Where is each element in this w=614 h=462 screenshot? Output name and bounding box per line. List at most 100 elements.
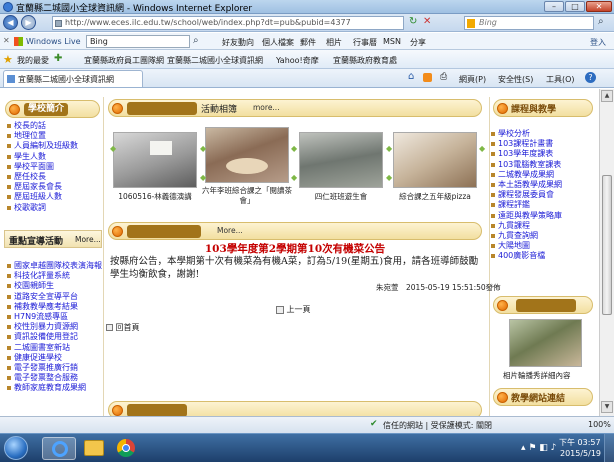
list-item[interactable]: 校歌歌詞	[6, 203, 78, 213]
safety-menu[interactable]: 安全性(S)	[498, 74, 533, 85]
list-item[interactable]: 九貫課程	[490, 221, 562, 231]
list-item[interactable]: 人員編制及班級數	[6, 141, 78, 151]
tools-menu[interactable]: 工具(O)	[546, 74, 575, 85]
favorite-item-2[interactable]: 宜蘭縣二城國小全球資訊網	[167, 55, 263, 66]
live-link-share[interactable]: 分享	[410, 37, 426, 48]
list-item[interactable]: 教師家庭教育成果網	[6, 383, 102, 393]
prev-page-link[interactable]: 上一頁	[276, 304, 311, 315]
list-item[interactable]: 補救教學應考結果	[6, 302, 102, 312]
search-icon[interactable]: ⌕	[598, 16, 604, 27]
album-caption-2[interactable]: 六年李班綜合課之「閱讀茶會」	[199, 186, 295, 206]
album-photo-4[interactable]	[393, 132, 477, 188]
list-item[interactable]: 九貫查詢網	[490, 231, 562, 241]
list-item[interactable]: 學生人數	[6, 152, 78, 162]
refresh-icon[interactable]: ↻	[409, 16, 417, 27]
album-caption-1[interactable]: 1060516-林義德演講	[113, 191, 197, 202]
list-item[interactable]: 校性別暴力資源網	[6, 322, 102, 332]
page-menu[interactable]: 網頁(P)	[459, 74, 486, 85]
show-desktop-button[interactable]	[604, 434, 614, 462]
list-item[interactable]: 二城教學成果網	[490, 170, 562, 180]
album-photo-3[interactable]	[299, 132, 383, 188]
close-toolbar-icon[interactable]: ✕	[3, 36, 10, 45]
list-item[interactable]: 校園親師生	[6, 281, 102, 291]
list-item[interactable]: 歷屆班級人數	[6, 192, 78, 202]
explorer-folder-icon[interactable]	[84, 440, 104, 456]
close-button[interactable]: ✕	[586, 1, 612, 12]
list-item[interactable]: 校長的話	[6, 121, 78, 131]
favorites-label[interactable]: 我的最愛	[17, 55, 49, 66]
left-section2-more[interactable]: More...	[75, 235, 101, 244]
live-link-mail[interactable]: 郵件	[300, 37, 316, 48]
vertical-scrollbar[interactable]: ▲ ▼	[599, 89, 614, 416]
album-caption-3[interactable]: 四仁班班遊生會	[299, 191, 383, 202]
list-item[interactable]: 歷屆家長會長	[6, 182, 78, 192]
live-search-input[interactable]: Bing	[86, 35, 190, 48]
start-button-icon[interactable]	[4, 436, 28, 460]
list-item[interactable]: 學校平面圖	[6, 162, 78, 172]
add-favorite-icon[interactable]: ✚	[54, 53, 62, 64]
live-search-icon[interactable]: ⌕	[193, 35, 199, 46]
list-item[interactable]: 遠距與教學策略庫	[490, 211, 562, 221]
home-icon[interactable]: ⌂	[408, 71, 414, 82]
maximize-button[interactable]: □	[565, 1, 585, 12]
back-button[interactable]: ◀	[3, 15, 18, 30]
list-item[interactable]: 歷任校長	[6, 172, 78, 182]
minimize-button[interactable]: –	[544, 1, 564, 12]
list-item[interactable]: 電子發票整合服務	[6, 373, 102, 383]
print-icon[interactable]: ⎙	[440, 72, 447, 82]
live-link-msn[interactable]: MSN	[383, 37, 401, 46]
list-item[interactable]: 大陽地圖	[490, 241, 562, 251]
list-item[interactable]: 電子發票推廣行銷	[6, 363, 102, 373]
stop-icon[interactable]: ✕	[423, 16, 431, 27]
windows-live-brand[interactable]: Windows Live	[26, 37, 81, 46]
live-link-photos[interactable]: 相片	[326, 37, 342, 48]
forward-button[interactable]: ▶	[21, 15, 36, 30]
list-item[interactable]: 健康促進學校	[6, 353, 102, 363]
favorite-item-4[interactable]: 宜蘭縣政府教育處	[333, 55, 397, 66]
list-item[interactable]: 400廣影音檔	[490, 251, 562, 261]
search-input[interactable]: Bing	[464, 16, 594, 30]
help-icon[interactable]: ?	[585, 72, 596, 83]
ie-taskbar-icon[interactable]	[42, 437, 76, 460]
list-item[interactable]: 科技化評量系統	[6, 271, 102, 281]
list-item[interactable]: H7N9流感專區	[6, 312, 102, 322]
url-input[interactable]: http://www.eces.ilc.edu.tw/school/web/in…	[52, 16, 404, 30]
list-item[interactable]: 二城圖書室新站	[6, 343, 102, 353]
live-link-friends[interactable]: 好友動向	[222, 37, 254, 48]
favorites-star-icon[interactable]: ★	[3, 53, 13, 66]
list-item[interactable]: 國家卓越團隊校表演海報	[6, 261, 102, 271]
news-more-link[interactable]: More...	[217, 226, 243, 235]
tray-icons[interactable]: ▴ ⚑ ◧ ♪	[521, 443, 556, 453]
list-item[interactable]: 學校分析	[490, 129, 562, 139]
list-item[interactable]: 課程評鑑	[490, 200, 562, 210]
zoom-level[interactable]: 100%	[588, 420, 611, 429]
tab-active[interactable]: 宜蘭縣二城國小全球資訊網	[3, 70, 143, 87]
list-item[interactable]: 本土語教學成果網	[490, 180, 562, 190]
list-item[interactable]: 道路安全宣導平台	[6, 292, 102, 302]
list-item[interactable]: 103電腦教室課表	[490, 160, 562, 170]
slideshow-photo[interactable]	[509, 319, 582, 367]
list-item[interactable]: 課程發展委員會	[490, 190, 562, 200]
list-item[interactable]: 地理位置	[6, 131, 78, 141]
chrome-icon[interactable]	[117, 439, 135, 457]
live-link-calendar[interactable]: 行事曆	[353, 37, 377, 48]
favorite-item-3[interactable]: Yahoo!奇摩	[276, 55, 319, 66]
slideshow-caption[interactable]: 相片輪播秀詳細內容	[503, 370, 571, 381]
list-item[interactable]: 103課程計畫書	[490, 139, 562, 149]
scroll-thumb[interactable]	[602, 175, 612, 315]
album-photo-2[interactable]	[205, 127, 289, 183]
album-caption-4[interactable]: 綜合課之五年級pizza	[393, 191, 477, 202]
album-photo-1[interactable]	[113, 132, 197, 188]
scroll-down-icon[interactable]: ▼	[601, 401, 613, 413]
clock-date[interactable]: 2015/5/19	[560, 449, 601, 458]
clock-time[interactable]: 下午 03:57	[559, 437, 601, 448]
live-signin[interactable]: 登入	[590, 37, 606, 48]
list-item[interactable]: 103學年度課表	[490, 149, 562, 159]
home-link[interactable]: 回首頁	[106, 322, 140, 333]
scroll-up-icon[interactable]: ▲	[601, 90, 613, 102]
list-item[interactable]: 資訊設備使用登記	[6, 332, 102, 342]
favorite-item-1[interactable]: 宜蘭縣政府員工團隊網	[84, 55, 164, 66]
feeds-icon[interactable]	[423, 73, 432, 82]
album-more-link[interactable]: more...	[253, 103, 280, 112]
live-link-profile[interactable]: 個人檔案	[262, 37, 294, 48]
